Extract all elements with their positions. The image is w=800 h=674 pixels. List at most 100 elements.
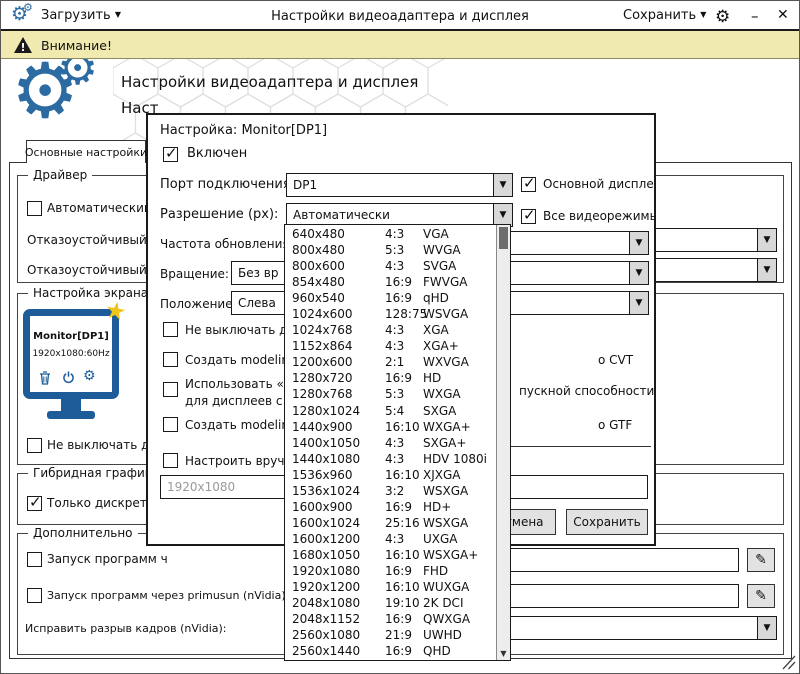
resolution-value: 1400x1050	[285, 436, 385, 450]
svg-text:!: !	[20, 41, 25, 54]
resolution-option[interactable]: 1536x1024 3:2 WSXGA	[285, 483, 496, 499]
discrete-only-checkbox[interactable]	[27, 496, 42, 511]
port-combo[interactable]: DP1 ▼	[286, 173, 513, 197]
resolution-name: WXGA+	[423, 420, 496, 434]
run-programs-checkbox-1[interactable]	[27, 552, 42, 567]
resolution-name: SXGA	[423, 404, 496, 418]
resolution-value: 1024x768	[285, 323, 385, 337]
resolution-value: 1280x768	[285, 387, 385, 401]
edit-button-1[interactable]: ✎	[747, 548, 775, 572]
load-button[interactable]: Загрузить ▼	[41, 8, 121, 23]
resolution-option[interactable]: 2048x1152 16:9 QWXGA	[285, 611, 496, 627]
resolution-option[interactable]: 1280x1024 5:4 SXGA	[285, 403, 496, 419]
chevron-down-icon[interactable]: ▼	[757, 229, 776, 251]
run-programs-checkbox-2[interactable]	[27, 588, 42, 603]
resolution-option[interactable]: 1280x768 5:3 WXGA	[285, 386, 496, 402]
resolution-name: FHD	[423, 564, 496, 578]
power-icon[interactable]	[62, 371, 75, 384]
resolution-name: VGA	[423, 227, 496, 241]
aspect-ratio: 16:10	[385, 580, 423, 594]
resolution-value: 2048x1152	[285, 612, 385, 626]
resolution-value: 1280x720	[285, 371, 385, 385]
tab-main-settings[interactable]: Основные настройки	[26, 140, 146, 163]
resize-handle[interactable]	[780, 653, 797, 671]
aspect-ratio: 128:75	[385, 307, 423, 321]
chevron-down-icon[interactable]: ▼	[757, 259, 776, 281]
aspect-ratio: 4:3	[385, 339, 423, 353]
resolution-option[interactable]: 960x540 16:9 qHD	[285, 290, 496, 306]
chevron-down-icon[interactable]: ▼	[493, 174, 512, 196]
resolution-option[interactable]: 800x600 4:3 SVGA	[285, 258, 496, 274]
resolution-option[interactable]: 1600x900 16:9 HD+	[285, 499, 496, 515]
close-button[interactable]: ✕	[777, 7, 789, 23]
scroll-down-icon[interactable]: ▼	[497, 646, 510, 660]
all-modes-checkbox[interactable]	[521, 209, 536, 224]
resolution-value: 2560x1440	[285, 644, 385, 658]
manual-mode-checkbox[interactable]	[163, 453, 178, 468]
chevron-down-icon[interactable]: ▼	[757, 617, 776, 639]
tear-fix-label: Исправить разрыв кадров (nVidia):	[25, 622, 227, 635]
resolution-option[interactable]: 1600x1200 4:3 UXGA	[285, 531, 496, 547]
resolution-option[interactable]: 1400x1050 4:3 SXGA+	[285, 435, 496, 451]
modeline-gtf-label-fragment: о GTF	[598, 418, 632, 432]
resolution-option[interactable]: 1600x1024 25:16 WSXGA	[285, 515, 496, 531]
aspect-ratio: 16:9	[385, 564, 423, 578]
resolution-option[interactable]: 1200x600 2:1 WXVGA	[285, 354, 496, 370]
resolution-name: WVGA	[423, 243, 496, 257]
resolution-option[interactable]: 1920x1080 16:9 FHD	[285, 563, 496, 579]
resolution-name: WUXGA	[423, 580, 496, 594]
resolution-value: 2048x1080	[285, 596, 385, 610]
modeline-cvt-checkbox[interactable]	[163, 352, 178, 367]
keep-display-on-checkbox[interactable]	[163, 322, 178, 337]
aspect-ratio: 2:1	[385, 355, 423, 369]
resolution-option[interactable]: 1280x720 16:9 HD	[285, 370, 496, 386]
app-window: ⚙ ⚙ Загрузить ▼ Настройки видеоадаптера …	[0, 0, 800, 674]
resolution-option[interactable]: 2560x1080 21:9 UWHD	[285, 627, 496, 643]
edit-button-2[interactable]: ✎	[747, 584, 775, 608]
aspect-ratio: 5:3	[385, 387, 423, 401]
resolution-option[interactable]: 2560x1440 16:9 QHD	[285, 643, 496, 659]
keep-display-on-checkbox-main[interactable]	[27, 438, 42, 453]
resolution-option[interactable]: 1440x1080 4:3 HDV 1080i	[285, 451, 496, 467]
resolution-option[interactable]: 1440x900 16:10 WXGA+	[285, 419, 496, 435]
resolution-option[interactable]: 1024x600 128:75 WSVGA	[285, 306, 496, 322]
resolution-option[interactable]: 1536x960 16:10 XJXGA	[285, 467, 496, 483]
resolution-option[interactable]: 1680x1050 16:10 WSXGA+	[285, 547, 496, 563]
resolution-option[interactable]: 854x480 16:9 FWVGA	[285, 274, 496, 290]
cvt-reduced-checkbox[interactable]	[163, 382, 178, 397]
monitor-widget[interactable]: Monitor[DP1] 1920x1080:60Hz ⚙ ★	[23, 307, 123, 427]
resolution-value: 1600x1024	[285, 516, 385, 530]
resolution-option[interactable]: 640x480 4:3 VGA	[285, 226, 496, 242]
dropdown-scrollbar[interactable]: ▼	[496, 225, 510, 660]
position-label: Положение:	[160, 297, 237, 311]
resolution-value: 2560x1080	[285, 628, 385, 642]
minimize-button[interactable]: –	[751, 7, 759, 25]
resolution-option[interactable]: 1152x864 4:3 XGA+	[285, 338, 496, 354]
chevron-down-icon[interactable]: ▼	[493, 204, 512, 226]
chevron-down-icon[interactable]: ▼	[629, 292, 648, 314]
resolution-name: qHD	[423, 291, 496, 305]
resolution-option[interactable]: 800x480 5:3 WVGA	[285, 242, 496, 258]
resolution-option[interactable]: 1024x768 4:3 XGA	[285, 322, 496, 338]
modeline-gtf-checkbox[interactable]	[163, 417, 178, 432]
scrollbar-thumb[interactable]	[499, 227, 508, 249]
gear-icon[interactable]: ⚙	[83, 368, 96, 384]
refresh-rate-label: Частота обновления	[160, 237, 290, 251]
save-menu-button[interactable]: Сохранить ▼	[623, 8, 706, 23]
settings-gear-button[interactable]: ⚙	[715, 7, 730, 27]
resolution-value: 1600x900	[285, 500, 385, 514]
primary-display-checkbox[interactable]	[521, 177, 536, 192]
dialog-save-button[interactable]: Сохранить	[566, 509, 648, 535]
resolution-option[interactable]: 2048x1080 19:10 2K DCI	[285, 595, 496, 611]
resolution-value: 960x540	[285, 291, 385, 305]
aspect-ratio: 25:16	[385, 516, 423, 530]
enabled-checkbox[interactable]	[163, 147, 178, 162]
chevron-down-icon[interactable]: ▼	[629, 232, 648, 254]
resolution-value: 1280x1024	[285, 404, 385, 418]
resolution-option[interactable]: 1920x1200 16:10 WUXGA	[285, 579, 496, 595]
chevron-down-icon[interactable]: ▼	[629, 262, 648, 284]
resolution-value: 1200x600	[285, 355, 385, 369]
trash-icon[interactable]	[39, 371, 51, 385]
resolution-value: 800x480	[285, 243, 385, 257]
auto-driver-checkbox[interactable]	[27, 201, 42, 216]
